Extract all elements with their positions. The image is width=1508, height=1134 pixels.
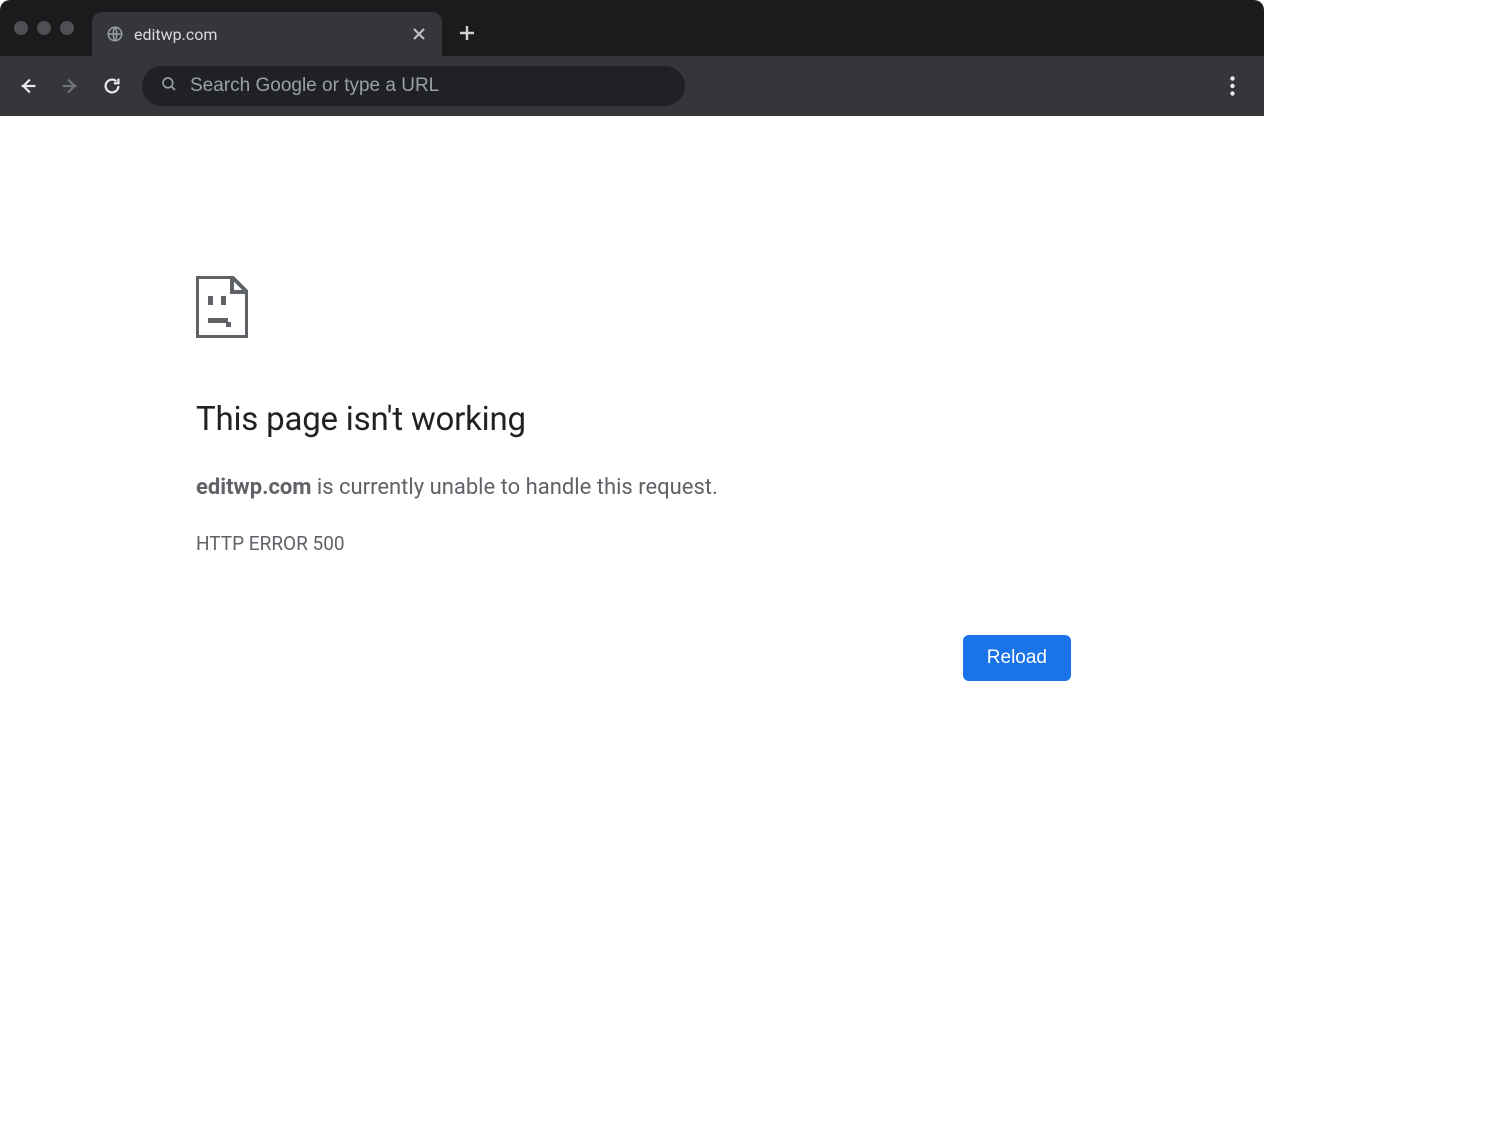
reload-row: Reload: [196, 635, 1071, 681]
error-host: editwp.com: [196, 475, 311, 500]
omnibox-input[interactable]: [190, 75, 667, 97]
error-subline: editwp.com is currently unable to handle…: [196, 473, 1071, 504]
search-icon: [160, 75, 178, 97]
error-page: This page isn't working editwp.com is cu…: [196, 116, 1071, 681]
omnibox[interactable]: [142, 66, 685, 106]
window-zoom-dot[interactable]: [60, 21, 74, 35]
error-message-suffix: is currently unable to handle this reque…: [311, 475, 717, 500]
globe-icon: [106, 25, 124, 43]
close-tab-icon[interactable]: [410, 25, 428, 43]
sad-page-icon: [196, 276, 1071, 338]
window-minimize-dot[interactable]: [37, 21, 51, 35]
reload-button[interactable]: [94, 68, 130, 104]
browser-menu-button[interactable]: [1214, 68, 1250, 104]
reload-page-button[interactable]: Reload: [963, 635, 1071, 681]
page-content: This page isn't working editwp.com is cu…: [0, 116, 1264, 952]
browser-tab[interactable]: editwp.com: [92, 12, 442, 56]
tab-strip: editwp.com: [92, 0, 484, 56]
window-controls: [14, 21, 74, 35]
toolbar: [0, 56, 1264, 116]
titlebar: editwp.com: [0, 0, 1264, 56]
error-code: HTTP ERROR 500: [196, 532, 1071, 555]
window-close-dot[interactable]: [14, 21, 28, 35]
tab-title: editwp.com: [134, 25, 410, 44]
new-tab-button[interactable]: [450, 16, 484, 50]
forward-button[interactable]: [52, 68, 88, 104]
back-button[interactable]: [10, 68, 46, 104]
error-headline: This page isn't working: [196, 400, 1071, 439]
